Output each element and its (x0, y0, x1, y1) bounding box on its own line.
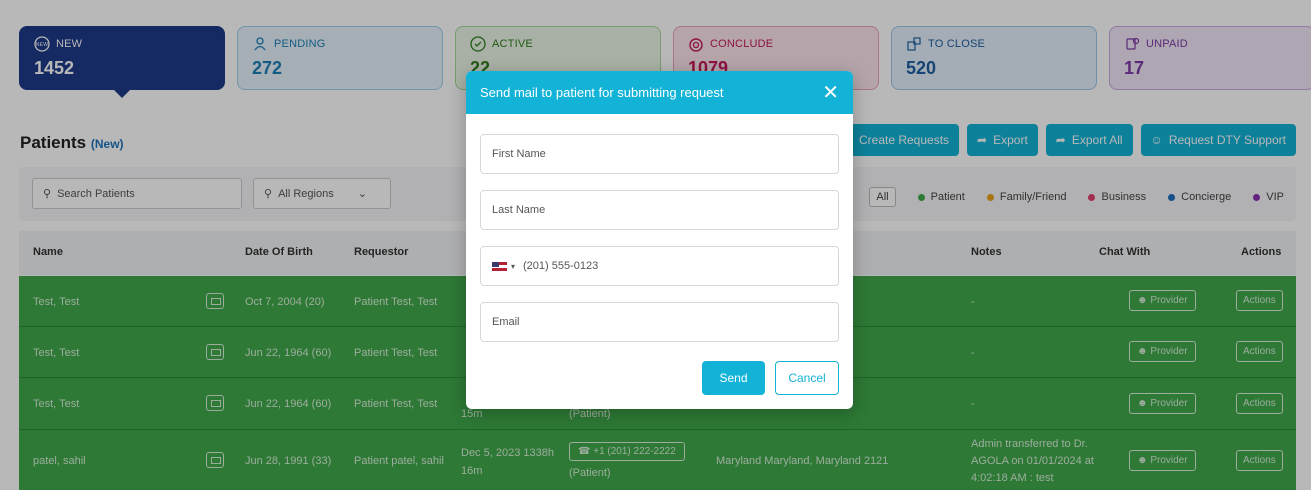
last-name-field[interactable]: Last Name (480, 190, 839, 230)
country-dropdown-icon[interactable]: ▾ (511, 262, 515, 271)
email-placeholder: Email (492, 316, 520, 328)
modal-title: Send mail to patient for submitting requ… (480, 85, 724, 100)
us-flag-icon[interactable] (492, 261, 507, 271)
first-name-placeholder: First Name (492, 148, 546, 160)
first-name-field[interactable]: First Name (480, 134, 839, 174)
phone-placeholder: (201) 555-0123 (523, 260, 599, 272)
send-button[interactable]: Send (702, 361, 765, 395)
phone-field[interactable]: ▾ (201) 555-0123 (480, 246, 839, 286)
modal-header: Send mail to patient for submitting requ… (466, 71, 853, 114)
close-icon[interactable]: ✕ (822, 83, 839, 103)
last-name-placeholder: Last Name (492, 204, 546, 216)
send-mail-modal: Send mail to patient for submitting requ… (466, 71, 853, 409)
email-field[interactable]: Email (480, 302, 839, 342)
cancel-button[interactable]: Cancel (775, 361, 839, 395)
